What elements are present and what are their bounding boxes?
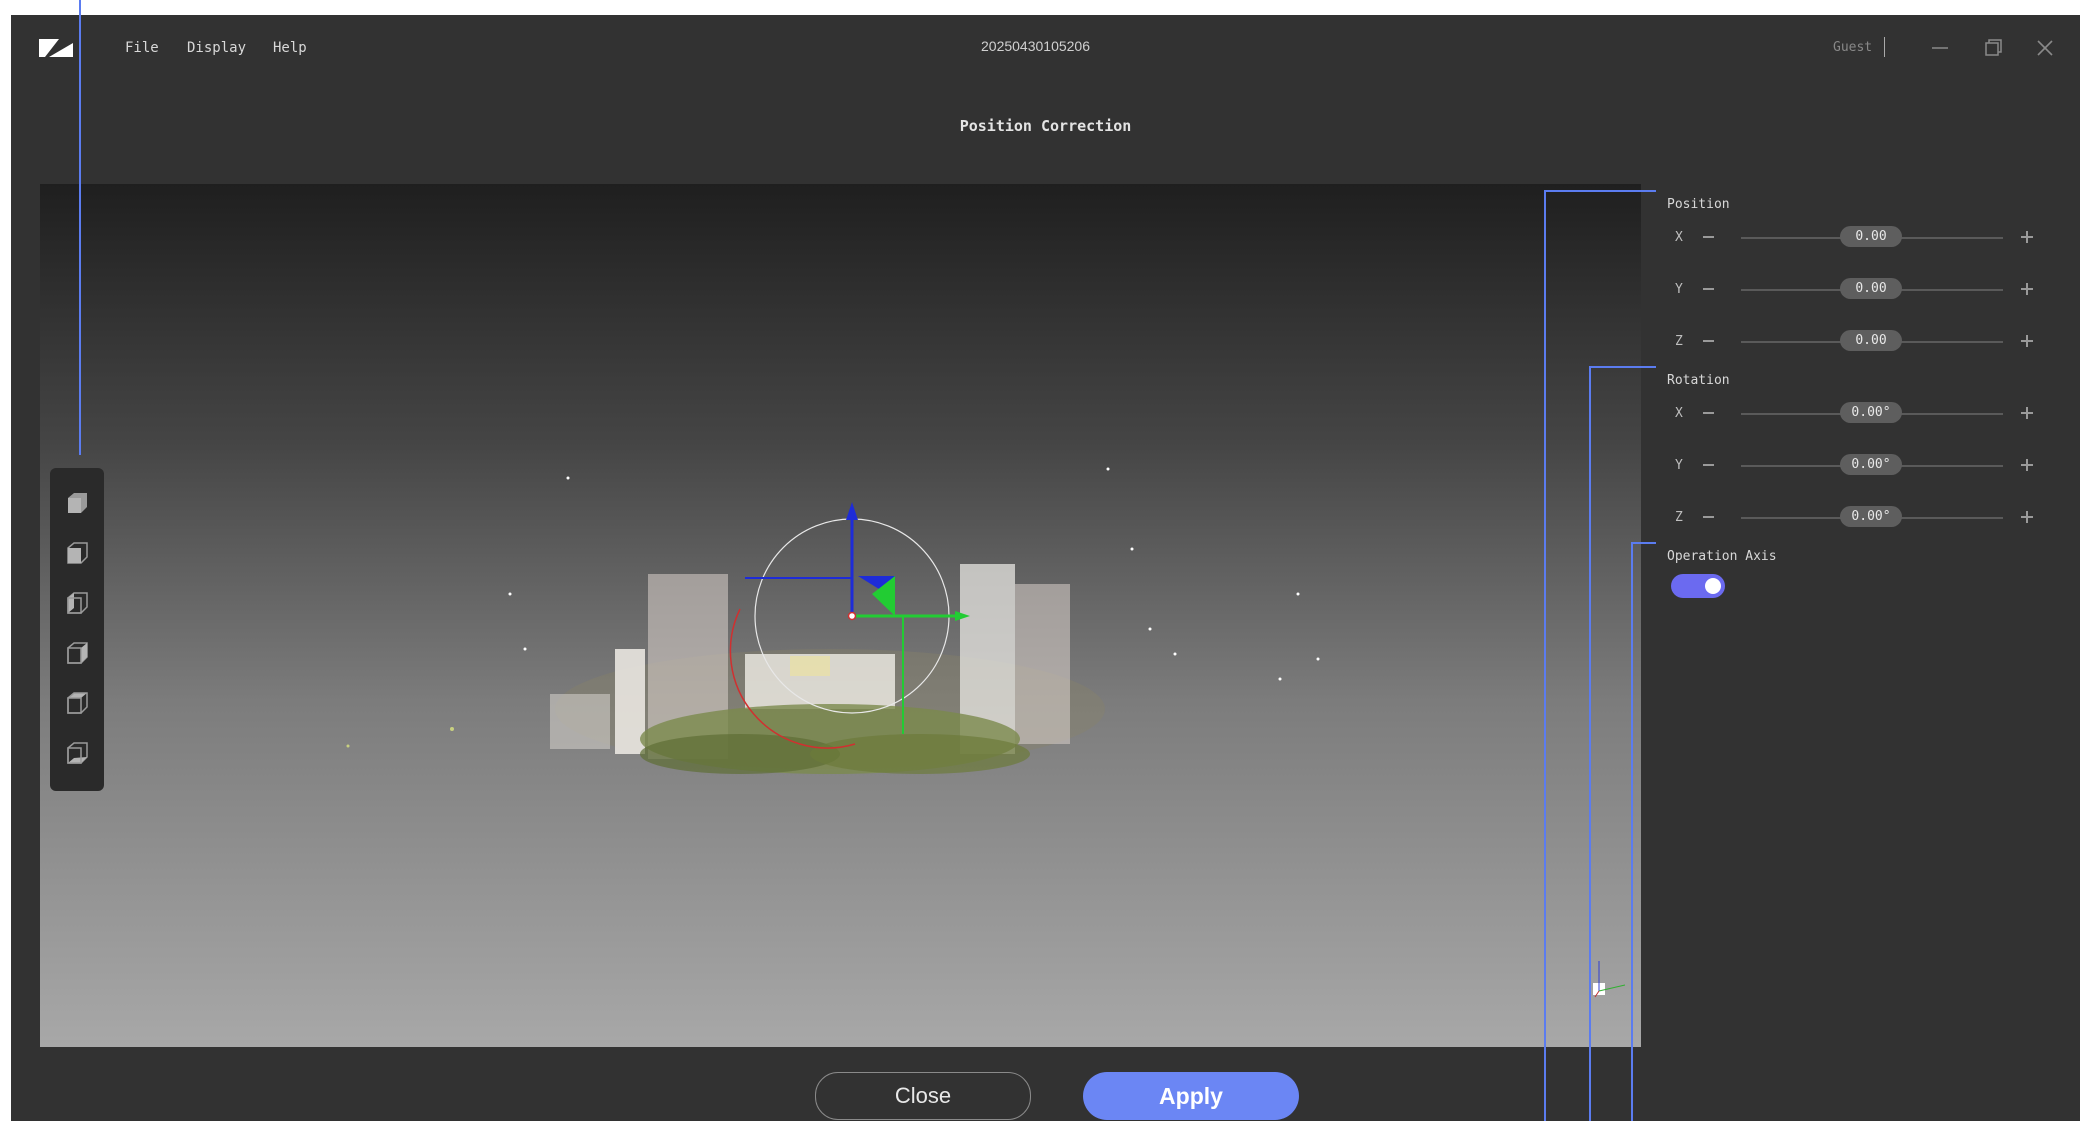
position-y-value[interactable]: 0.00: [1840, 278, 1902, 299]
position-x-value[interactable]: 0.00: [1840, 226, 1902, 247]
increment-button[interactable]: [2017, 507, 2037, 527]
axis-label: Z: [1675, 510, 1683, 525]
rotation-x-row: X 0.00°: [1655, 400, 2075, 428]
increment-button[interactable]: [2017, 331, 2037, 351]
point-cloud-scene: [346, 467, 1626, 998]
axis-label: X: [1675, 406, 1683, 421]
operation-axis-label: Operation Axis: [1667, 549, 1777, 564]
close-window-icon[interactable]: [2030, 33, 2060, 63]
toggle-knob: [1705, 578, 1721, 594]
view-top-icon[interactable]: [62, 688, 92, 718]
user-name[interactable]: Guest: [1833, 40, 1872, 55]
axis-label: Y: [1675, 458, 1683, 473]
decrement-button[interactable]: [1699, 279, 1717, 299]
position-y-row: Y 0.00: [1655, 276, 2075, 304]
rotation-y-value[interactable]: 0.00°: [1840, 454, 1902, 475]
maximize-icon[interactable]: [1977, 33, 2007, 63]
minimize-icon[interactable]: [1924, 33, 1954, 63]
axis-indicator: [1593, 961, 1626, 998]
menu-file[interactable]: File: [125, 40, 159, 56]
increment-button[interactable]: [2017, 227, 2037, 247]
view-bottom-icon[interactable]: [62, 738, 92, 768]
increment-button[interactable]: [2017, 455, 2037, 475]
title-separator: [1884, 37, 1885, 57]
decrement-button[interactable]: [1699, 227, 1717, 247]
rotation-z-value[interactable]: 0.00°: [1840, 506, 1902, 527]
view-toolbar: [50, 468, 104, 791]
view-left-icon[interactable]: [62, 588, 92, 618]
operation-axis-toggle[interactable]: [1671, 574, 1725, 598]
rotation-label: Rotation: [1667, 373, 1730, 388]
close-button[interactable]: Close: [815, 1072, 1031, 1120]
position-z-value[interactable]: 0.00: [1840, 330, 1902, 351]
3d-viewport[interactable]: [40, 184, 1641, 1047]
view-right-icon[interactable]: [62, 638, 92, 668]
decrement-button[interactable]: [1699, 507, 1717, 527]
document-title: 20250430105206: [981, 38, 1091, 54]
rotation-z-row: Z 0.00°: [1655, 504, 2075, 532]
position-z-row: Z 0.00: [1655, 328, 2075, 356]
menu-display[interactable]: Display: [187, 40, 246, 56]
view-cube-icon[interactable]: [62, 488, 92, 518]
decrement-button[interactable]: [1699, 455, 1717, 475]
point-cloud: [346, 467, 1320, 774]
rotation-x-value[interactable]: 0.00°: [1840, 402, 1902, 423]
increment-button[interactable]: [2017, 279, 2037, 299]
apply-button[interactable]: Apply: [1083, 1072, 1299, 1120]
menu-help[interactable]: Help: [273, 40, 307, 56]
position-label: Position: [1667, 197, 1730, 212]
axis-label: Z: [1675, 334, 1683, 349]
app-window: File Display Help 20250430105206 Guest P…: [11, 15, 2080, 1121]
dialog-title: Position Correction: [959, 117, 1132, 135]
app-logo-icon: [39, 39, 73, 57]
rotation-y-row: Y 0.00°: [1655, 452, 2075, 480]
decrement-button[interactable]: [1699, 403, 1717, 423]
decrement-button[interactable]: [1699, 331, 1717, 351]
axis-label: Y: [1675, 282, 1683, 297]
view-front-icon[interactable]: [62, 538, 92, 568]
increment-button[interactable]: [2017, 403, 2037, 423]
position-x-row: X 0.00: [1655, 224, 2075, 252]
axis-label: X: [1675, 230, 1683, 245]
